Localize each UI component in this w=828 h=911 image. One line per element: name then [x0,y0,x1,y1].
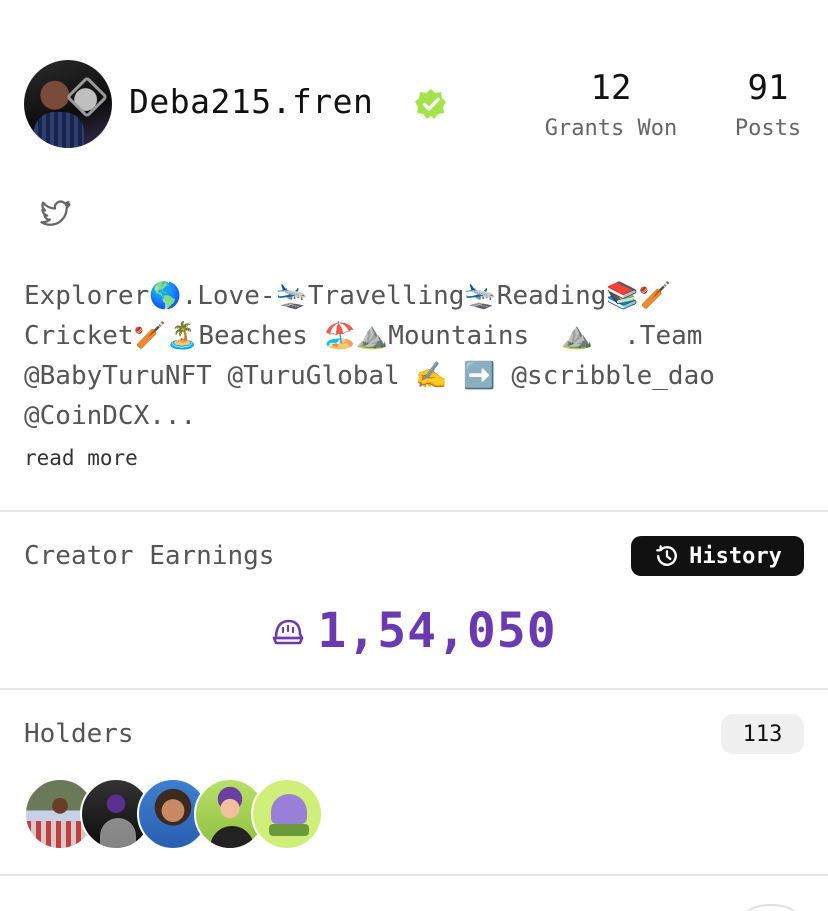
stat-posts-label: Posts [734,116,802,141]
earnings-value: 1,54,050 [317,603,557,659]
next-section-edge [746,904,796,911]
degen-hat-icon [273,619,304,645]
avatar-logo [65,75,109,119]
holders-title: Holders [24,719,134,749]
verified-badge-icon [415,89,446,119]
stat-grants-label: Grants Won [544,116,678,141]
bio-text: Explorer🌎.Love-🛬Travelling🛬Reading📚🏏 Cri… [24,281,715,431]
holders-count-badge[interactable]: 113 [721,714,804,754]
stat-posts[interactable]: 91 Posts [724,68,812,141]
history-button[interactable]: History [631,536,804,576]
username: Deba215.fren [129,82,374,121]
twitter-icon[interactable] [38,196,72,230]
stat-grants-won[interactable]: 12 Grants Won [536,68,686,141]
history-label: History [689,543,782,569]
creator-earnings-title: Creator Earnings [24,541,275,571]
divider-earnings [0,510,828,512]
holder-avatar[interactable] [251,778,323,850]
profile-header: Deba215.fren 12 Grants Won 91 Posts [24,60,804,150]
read-more-link[interactable]: read more [24,446,138,470]
divider-holders [0,688,828,690]
holders-avatars[interactable] [24,778,344,850]
stat-grants-value: 12 [590,68,632,108]
divider-bottom [0,874,828,876]
history-icon [656,545,677,566]
avatar-shirt [34,112,84,148]
stat-posts-value: 91 [747,68,789,108]
earnings-amount: 1,54,050 [0,603,828,659]
profile-avatar[interactable] [24,60,112,148]
